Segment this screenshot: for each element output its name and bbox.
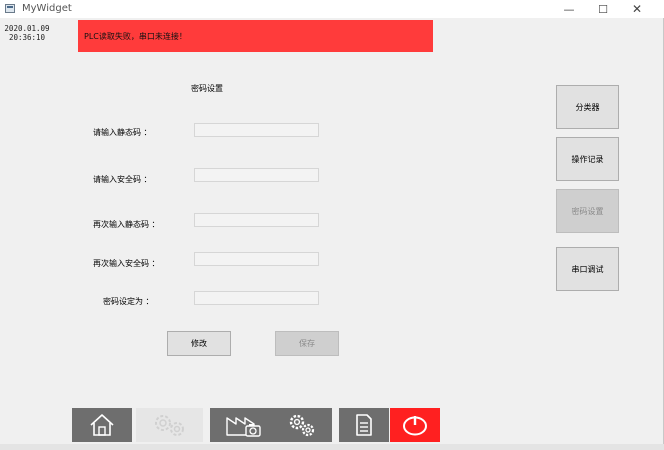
production-toolbar-group: [210, 408, 332, 442]
close-button[interactable]: ✕: [620, 0, 654, 18]
password-settings-button[interactable]: 密码设置: [556, 189, 619, 233]
gears-icon[interactable]: [286, 412, 318, 438]
modify-button[interactable]: 修改: [167, 331, 231, 356]
static-code-input[interactable]: [194, 123, 319, 137]
confirm-security-code-label: 再次输入安全码 ：: [93, 259, 160, 268]
minimize-button[interactable]: —: [552, 0, 586, 18]
classifier-button[interactable]: 分类器: [556, 85, 619, 129]
home-icon: [90, 414, 114, 436]
title-bar: MyWidget — ☐ ✕: [0, 0, 664, 18]
password-result-input[interactable]: [194, 291, 319, 305]
status-footer: [0, 444, 664, 450]
document-icon: [356, 414, 372, 436]
security-code-label: 请输入安全码 ：: [93, 175, 152, 184]
serial-debug-button[interactable]: 串口调试: [556, 247, 619, 291]
confirm-static-code-label: 再次输入静态码 ：: [93, 220, 160, 229]
client-area: [0, 18, 664, 450]
password-result-label: 密码设定为 ：: [103, 297, 154, 306]
report-button[interactable]: [339, 408, 389, 442]
page-title: 密码设置: [191, 84, 223, 93]
static-code-label: 请输入静态码 ：: [93, 128, 152, 137]
confirm-security-code-input[interactable]: [194, 252, 319, 266]
power-icon: [403, 416, 427, 436]
power-button[interactable]: [390, 408, 440, 442]
operation-log-button[interactable]: 操作记录: [556, 137, 619, 181]
security-code-input[interactable]: [194, 168, 319, 182]
save-button[interactable]: 保存: [275, 331, 339, 356]
home-button[interactable]: [72, 408, 132, 442]
confirm-static-code-input[interactable]: [194, 213, 319, 227]
alarm-banner: PLC读取失败，串口未连接！: [78, 20, 433, 52]
time-text: 20:36:10: [8, 33, 46, 42]
date-text: 2020.01.09: [4, 24, 50, 33]
settings-button-disabled[interactable]: [136, 408, 203, 442]
factory-camera-icon[interactable]: [224, 412, 264, 438]
datetime-display: 2020.01.09 20:36:10: [3, 24, 51, 42]
window-title: MyWidget: [22, 3, 72, 14]
gears-icon: [154, 415, 184, 436]
app-icon: [5, 4, 15, 13]
maximize-button[interactable]: ☐: [586, 0, 620, 18]
